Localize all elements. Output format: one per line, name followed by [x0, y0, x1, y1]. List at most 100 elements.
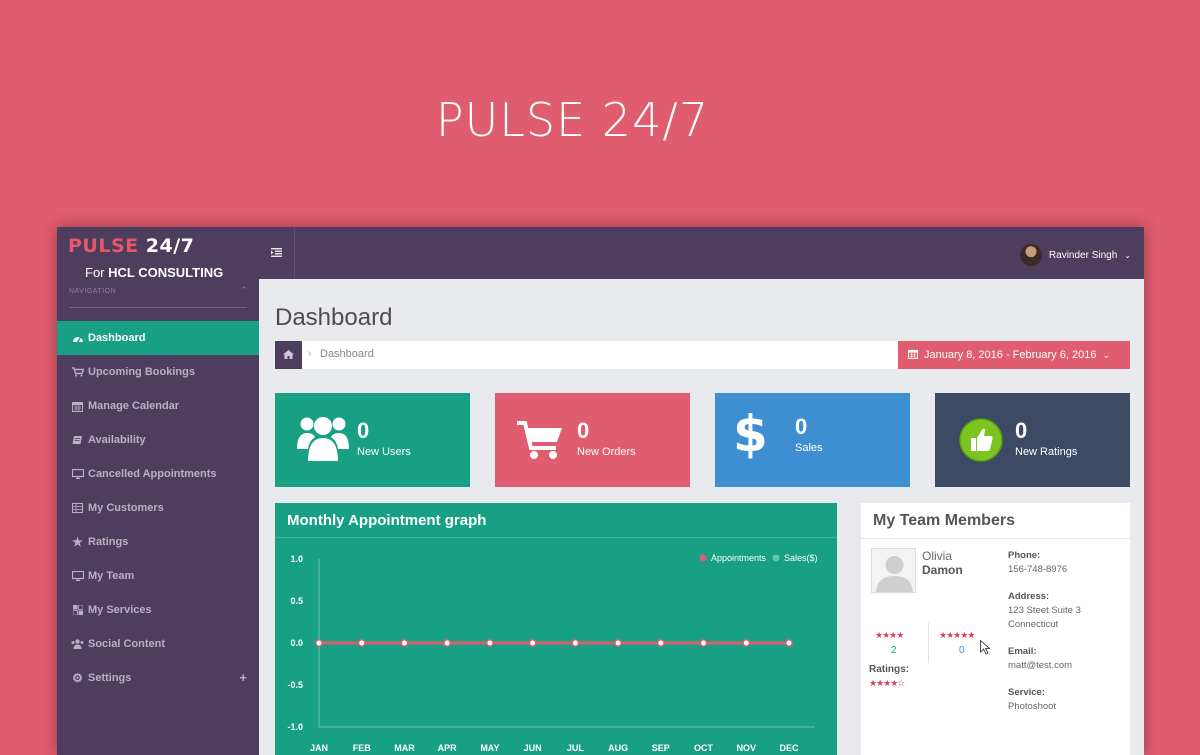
data-point: [485, 639, 494, 647]
hero-title: PULSE 24/7: [435, 93, 710, 147]
avatar: [1019, 244, 1042, 266]
member-phone: 156-748-8976: [1008, 564, 1068, 575]
sidebar-item-label: Social Content: [88, 638, 166, 650]
x-tick-label: MAR: [394, 743, 415, 753]
sidebar-item-ratings[interactable]: ★ Ratings: [57, 525, 259, 559]
stat-value: 0: [577, 418, 590, 443]
team-members-panel: My Team Members Olivia Damon ★★★★ 2 ★★★★…: [861, 503, 1130, 755]
home-icon: [283, 346, 294, 364]
cart-icon: [517, 420, 563, 465]
sidebar-item-label: My Customers: [88, 502, 164, 514]
x-tick-label: APR: [438, 743, 458, 753]
sidebar-item-my-customers[interactable]: My Customers: [57, 491, 259, 525]
member-stars-a: ★★★★: [875, 630, 904, 640]
sidebar-item-label: Upcoming Bookings: [88, 366, 195, 378]
data-point: [614, 639, 623, 647]
user-name: Ravinder Singh: [1048, 249, 1118, 261]
sidebar-item-label: Ratings: [88, 536, 129, 548]
data-point: [315, 639, 323, 647]
date-range-text: January 8, 2016 - February 6, 2016: [924, 349, 1097, 361]
sidebar-item-my-team[interactable]: My Team: [57, 559, 259, 593]
legend-swatch: [699, 554, 707, 562]
gear-icon: ⚙: [72, 671, 83, 685]
team-divider: [861, 538, 1130, 539]
data-point: [357, 639, 366, 647]
chevron-down-icon: ⌄: [1102, 349, 1110, 360]
monitor-icon: [67, 571, 88, 581]
expand-plus-icon[interactable]: +: [239, 670, 247, 685]
member-count-a: 2: [891, 645, 897, 656]
stat-card-new-ratings[interactable]: 0 New Ratings: [935, 393, 1130, 487]
sidebar-item-label: Settings: [88, 672, 132, 684]
sidebar-item-settings[interactable]: ⚙ Settings +: [57, 661, 259, 695]
x-tick-label: MAY: [480, 743, 499, 753]
x-tick-label: JUN: [524, 743, 542, 753]
sidebar-item-social-content[interactable]: Social Content: [57, 627, 259, 661]
thumbs-up-icon: [959, 418, 1003, 467]
user-menu[interactable]: Ravinder Singh ⌄: [1019, 244, 1131, 266]
x-tick-label: JAN: [310, 743, 328, 753]
sidebar-item-label: Availability: [88, 434, 146, 446]
book-icon: [67, 435, 88, 445]
stat-label: New Ratings: [1015, 446, 1078, 458]
x-tick-label: FEB: [353, 743, 372, 753]
data-point: [785, 639, 793, 647]
nav-divider: [69, 307, 247, 308]
grid-icon: [67, 605, 88, 615]
line-chart: 1.0 0.5 0.0 -0.5 -1.0 JAN FEB MAR APR MAY JUN JUL AU…: [287, 553, 818, 753]
team-title: My Team Members: [873, 512, 1015, 529]
menu-toggle-button[interactable]: [259, 227, 295, 279]
member-count-b: 0: [959, 645, 965, 656]
brand-subtitle: For HCL CONSULTING: [85, 265, 223, 280]
calendar-icon: [908, 349, 918, 362]
member-email[interactable]: matt@test.com: [1008, 659, 1072, 673]
sidebar-item-label: Manage Calendar: [88, 400, 180, 412]
stat-card-new-users[interactable]: 0 New Users: [275, 393, 470, 487]
sidebar-item-availability[interactable]: Availability: [57, 423, 259, 457]
data-point: [742, 639, 751, 647]
chevron-down-icon: ⌄: [1124, 250, 1131, 260]
member-service: Photoshoot: [1008, 701, 1057, 712]
x-tick-label: NOV: [737, 743, 757, 753]
sidebar-item-dashboard[interactable]: Dashboard: [57, 321, 259, 355]
y-tick-label: 1.0: [290, 554, 303, 564]
stat-label: New Orders: [577, 446, 636, 458]
stat-card-new-orders[interactable]: 0 New Orders: [495, 393, 690, 487]
x-tick-label: OCT: [694, 743, 714, 753]
sidebar-item-manage-calendar[interactable]: Manage Calendar: [57, 389, 259, 423]
date-range-picker[interactable]: January 8, 2016 - February 6, 2016 ⌄: [898, 341, 1130, 369]
brand-logo[interactable]: PULSE 24/7: [68, 235, 194, 257]
brand-suffix: 24/7: [145, 235, 195, 257]
mouse-cursor-icon: [980, 639, 991, 660]
users-icon: [297, 415, 349, 466]
stat-label: Sales: [795, 442, 823, 454]
member-rating-stars: ★★★★☆: [869, 678, 905, 688]
breadcrumb-home-button[interactable]: [275, 341, 302, 369]
sidebar-item-cancelled-appointments[interactable]: Cancelled Appointments: [57, 457, 259, 491]
sidebar-nav: Dashboard Upcoming Bookings Manage Calen…: [57, 321, 259, 695]
sidebar-item-label: Dashboard: [88, 332, 146, 344]
chevron-right-icon: ›: [308, 348, 312, 359]
app-window: PULSE 24/7 For HCL CONSULTING NAVIGATION…: [57, 227, 1144, 755]
stat-divider: [928, 623, 929, 663]
member-first-name: Olivia: [922, 549, 953, 563]
data-point: [400, 639, 409, 647]
legend-label: Sales($): [784, 553, 818, 563]
phone-label: Phone:: [1008, 550, 1041, 561]
sidebar-item-upcoming-bookings[interactable]: Upcoming Bookings: [57, 355, 259, 389]
appointment-chart-panel: Monthly Appointment graph 1.0 0.5 0.0 -0.5 -…: [275, 503, 837, 755]
stat-card-sales[interactable]: $ 0 Sales: [715, 393, 910, 487]
x-tick-label: JUL: [567, 743, 585, 753]
y-tick-label: 0.5: [290, 596, 303, 606]
sidebar-item-label: Cancelled Appointments: [88, 468, 217, 480]
x-tick-label: AUG: [608, 743, 628, 753]
email-label: Email:: [1008, 646, 1037, 657]
data-point: [528, 639, 537, 647]
collapse-nav-icon[interactable]: ⌃: [240, 285, 248, 296]
sidebar-item-my-services[interactable]: My Services: [57, 593, 259, 627]
chart-title: Monthly Appointment graph: [287, 512, 487, 529]
data-point: [443, 639, 452, 647]
dashboard-icon: [67, 333, 88, 343]
top-bar: Ravinder Singh ⌄: [259, 227, 1144, 279]
member-photo[interactable]: [871, 548, 916, 593]
